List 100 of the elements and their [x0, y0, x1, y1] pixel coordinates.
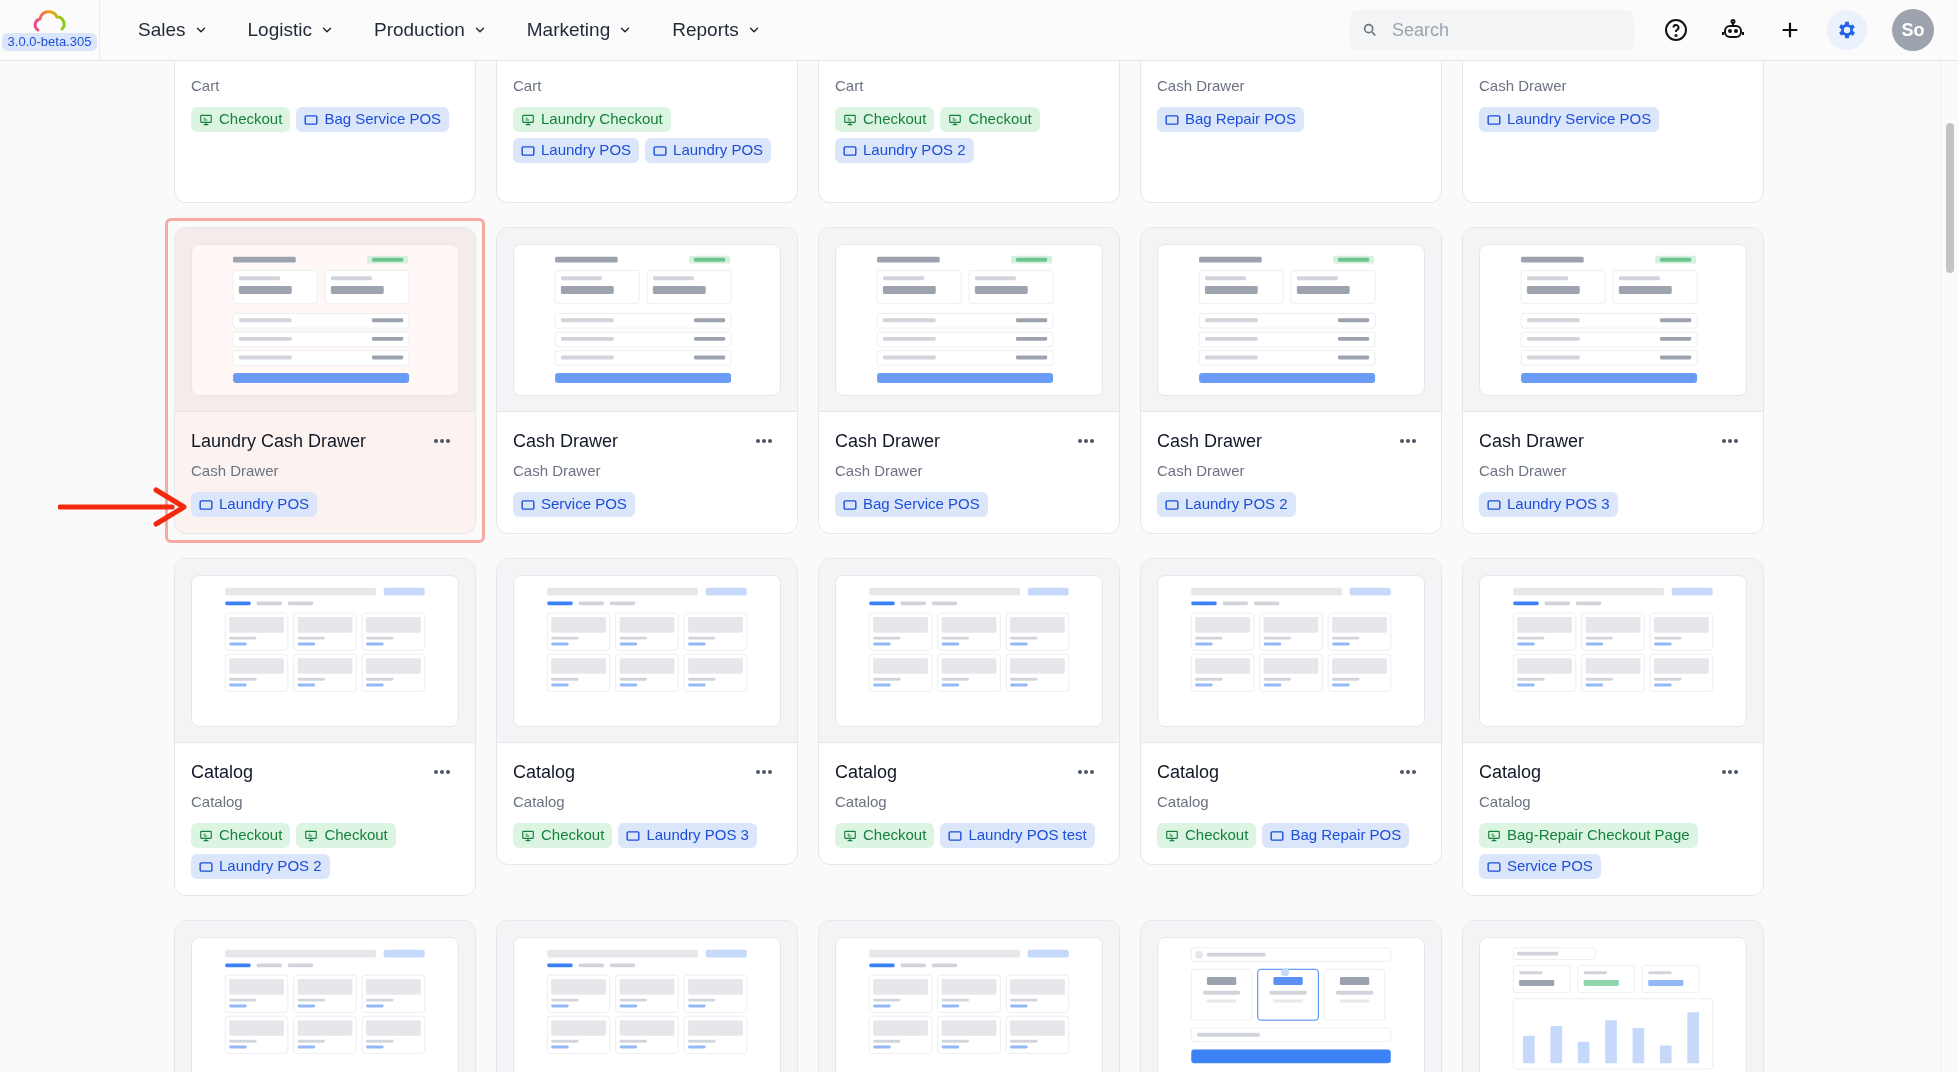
more-icon[interactable]	[433, 769, 451, 775]
template-card[interactable]: Cash Drawer Bag Repair POS	[1140, 61, 1442, 203]
checkout-tag[interactable]: Checkout	[835, 107, 935, 132]
settings-button[interactable]	[1827, 10, 1867, 50]
template-card[interactable]: Cash Drawer Cash Drawer Bag Service POS	[818, 227, 1120, 534]
pos-tag[interactable]: Bag Repair POS	[1262, 823, 1410, 848]
checkout-tag[interactable]: Bag-Repair Checkout Page	[1479, 823, 1698, 848]
more-icon[interactable]	[1077, 769, 1095, 775]
pos-tag[interactable]: Laundry POS 3	[1479, 492, 1618, 517]
card-subtitle: Cash Drawer	[513, 461, 602, 481]
checkout-tag[interactable]: Checkout	[191, 107, 291, 132]
template-card[interactable]: Cash Drawer Cash Drawer Laundry POS 3	[1462, 227, 1764, 534]
scrollbar-thumb[interactable]	[1945, 123, 1954, 273]
tablet-icon	[521, 498, 535, 511]
tablet-icon	[1165, 113, 1179, 126]
more-icon[interactable]	[1399, 438, 1417, 444]
nav-menu[interactable]: Production	[373, 15, 487, 45]
card-title: Catalog	[513, 760, 576, 784]
nav-menu[interactable]: Logistic	[247, 15, 334, 45]
card-title: Catalog	[1157, 760, 1220, 784]
card-subtitle: Catalog	[835, 792, 888, 812]
version-badge: 3.0.0-beta.305	[1, 33, 98, 51]
tablet-icon	[1487, 860, 1501, 873]
card-subtitle: Cash Drawer	[1479, 461, 1568, 481]
tablet-icon	[199, 860, 213, 873]
template-card[interactable]: Catalog Catalog Checkout Checkout Laundry POS 2	[174, 558, 476, 896]
card-title: Cash Drawer	[513, 429, 619, 453]
tablet-icon	[1487, 498, 1501, 511]
template-card[interactable]: Cash Drawer Cash Drawer Laundry POS 2	[1140, 227, 1442, 534]
tablet-icon	[521, 144, 535, 157]
pos-tag[interactable]: Laundry POS	[191, 492, 318, 517]
tablet-icon	[199, 498, 213, 511]
more-icon[interactable]	[433, 438, 451, 444]
search-field[interactable]: Search	[1350, 10, 1634, 50]
more-icon[interactable]	[755, 769, 773, 775]
checkout-tag[interactable]: Checkout	[1157, 823, 1257, 848]
pos-tag[interactable]: Laundry POS test	[940, 823, 1095, 848]
more-icon[interactable]	[1721, 769, 1739, 775]
pos-tag[interactable]: Bag Repair POS	[1157, 107, 1304, 132]
card-subtitle: Cash Drawer	[191, 461, 280, 481]
pos-tag[interactable]: Laundry POS 2	[191, 854, 330, 879]
pos-tag[interactable]: Laundry POS	[645, 138, 772, 163]
card-title: Catalog	[1479, 760, 1542, 784]
more-icon[interactable]	[1399, 769, 1417, 775]
nav-menu[interactable]: Reports	[672, 15, 761, 45]
tablet-icon	[843, 144, 857, 157]
checkout-tag[interactable]: Checkout	[191, 823, 291, 848]
monitor-icon	[1487, 828, 1501, 843]
pos-tag[interactable]: Laundry POS	[513, 138, 640, 163]
more-icon[interactable]	[755, 438, 773, 444]
monitor-icon	[843, 828, 857, 843]
pos-tag[interactable]: Service POS	[513, 492, 635, 517]
card-subtitle: Cart	[513, 76, 543, 96]
card-title: Cash Drawer	[835, 429, 941, 453]
card-subtitle: Catalog	[1157, 792, 1210, 812]
monitor-icon	[521, 112, 535, 127]
checkout-tag[interactable]: Checkout	[296, 823, 396, 848]
card-subtitle: Cash Drawer	[835, 461, 924, 481]
pos-tag[interactable]: Bag Service POS	[835, 492, 988, 517]
card-title: Laundry Cash Drawer	[191, 429, 367, 453]
tablet-icon	[626, 829, 641, 842]
monitor-icon	[843, 112, 857, 127]
nav-menu[interactable]: Sales	[138, 15, 208, 45]
template-card[interactable]: Cart Checkout Checkout Laundry POS 2	[818, 61, 1120, 203]
nav-menu[interactable]: Marketing	[526, 15, 633, 45]
template-card[interactable]: Cart Laundry Checkout Laundry POS Laundry POS	[496, 61, 798, 203]
checkout-tag[interactable]: Checkout	[940, 107, 1040, 132]
pos-tag[interactable]: Laundry POS 3	[618, 823, 757, 848]
template-card[interactable]: Cash Drawer Laundry Service POS	[1462, 61, 1764, 203]
settings-icon	[1836, 19, 1858, 41]
tablet-icon	[1165, 498, 1179, 511]
search-icon	[1362, 22, 1378, 38]
pos-tag[interactable]: Laundry POS 2	[835, 138, 974, 163]
template-card[interactable]: Catalog Catalog Checkout Laundry POS test	[818, 558, 1120, 865]
template-card[interactable]: Cash Drawer Cash Drawer Service POS	[496, 227, 798, 534]
monitor-icon	[304, 828, 319, 843]
checkout-tag[interactable]: Checkout	[835, 823, 935, 848]
pos-tag[interactable]: Laundry Service POS	[1479, 107, 1660, 132]
template-card[interactable]: Catalog Catalog Checkout Bag Repair POS	[1140, 558, 1442, 865]
more-icon[interactable]	[1721, 438, 1739, 444]
tablet-icon	[1487, 113, 1501, 126]
pos-tag[interactable]: Service POS	[1479, 854, 1601, 879]
card-title: Cash Drawer	[1479, 429, 1585, 453]
card-subtitle: Catalog	[513, 792, 566, 812]
card-title: Catalog	[191, 760, 254, 784]
monitor-icon	[199, 828, 213, 843]
card-subtitle: Catalog	[191, 792, 244, 812]
card-subtitle: Catalog	[1479, 792, 1532, 812]
template-card[interactable]: Catalog Catalog Bag-Repair Checkout Page Service POS	[1462, 558, 1764, 896]
tablet-icon	[948, 829, 963, 842]
pos-tag[interactable]: Bag Service POS	[296, 107, 450, 132]
template-card[interactable]: Laundry Cash Drawer Cash Drawer Laundry POS	[174, 227, 476, 534]
checkout-tag[interactable]: Laundry Checkout	[513, 107, 671, 132]
card-title: Cash Drawer	[1157, 429, 1263, 453]
monitor-icon	[1165, 828, 1179, 843]
checkout-tag[interactable]: Checkout	[513, 823, 613, 848]
template-card[interactable]: Cart Checkout Bag Service POS	[174, 61, 476, 203]
pos-tag[interactable]: Laundry POS 2	[1157, 492, 1296, 517]
more-icon[interactable]	[1077, 438, 1095, 444]
template-card[interactable]: Catalog Catalog Checkout Laundry POS 3	[496, 558, 798, 865]
